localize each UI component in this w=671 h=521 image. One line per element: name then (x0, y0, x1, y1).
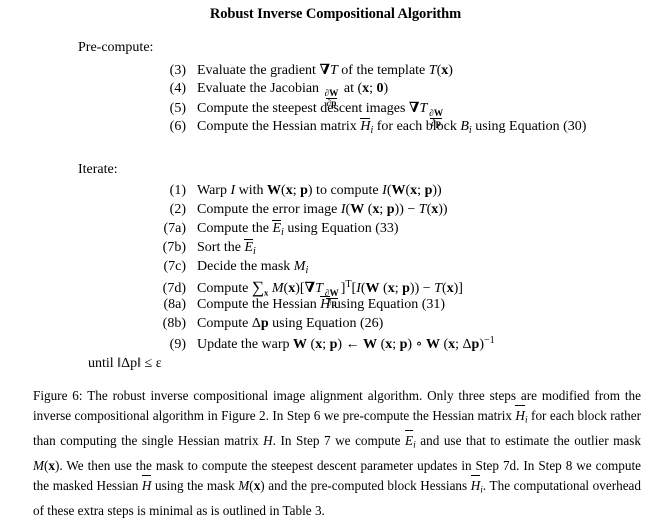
step-row: (9) Update the warp W (x; p) ← W (x; p) … (150, 335, 495, 354)
step-number: (5) (169, 101, 186, 116)
step-number: (7a) (163, 221, 186, 236)
step-number: (1) (169, 183, 186, 198)
step-number: (9) (169, 337, 186, 353)
step-text: Warp I with W(x; p) to compute I(W(x; p)… (197, 183, 442, 198)
figure-page: Robust Inverse Compositional Algorithm P… (0, 0, 671, 518)
step-number: (8b) (162, 316, 186, 331)
step-row: (7b) Sort the Ei (150, 239, 495, 259)
step-row: (4) Evaluate the Jacobian ∂W ∂p at (x; 0) (150, 81, 586, 108)
step-text: Decide the mask Mi (197, 259, 309, 276)
step-text: Compute the Hessian matrix Hi for each b… (197, 118, 587, 136)
iterate-label: Iterate: (78, 162, 118, 177)
step-text: Update the warp W (x; p) ← W (x; p) ∘ W … (197, 335, 495, 353)
step-text: Compute the error image I(W (x; p)) − T(… (197, 202, 448, 217)
step-row: (7d) Compute ∑x M(x)[∇T ∂W ∂p]T[I(W (x; p)… (150, 278, 495, 308)
step-row: (8b) Compute Δp using Equation (26) (150, 316, 495, 335)
until-condition: until ‖Δp‖ ≤ ε (88, 356, 162, 371)
step-number: (7c) (163, 259, 186, 274)
step-row: (2) Compute the error image I(W (x; p)) … (150, 202, 495, 221)
step-row: (7a) Compute the Ei using Equation (33) (150, 220, 495, 240)
step-row: (8a) Compute the Hessian H using Equatio… (150, 296, 495, 316)
step-row: (3) Evaluate the gradient ∇T of the temp… (150, 62, 586, 81)
step-number: (6) (169, 119, 186, 134)
figure-caption-label: Figure 6: (33, 388, 83, 403)
iterate-step-list: (1) Warp I with W(x; p) to compute I(W(x… (150, 183, 495, 354)
step-number: (8a) (163, 297, 186, 312)
step-row: (7c) Decide the mask Mi (150, 259, 495, 278)
step-row: (5) Compute the steepest descent images … (150, 100, 586, 128)
precompute-label: Pre-compute: (78, 40, 154, 55)
step-number: (7b) (162, 240, 186, 255)
step-text: Compute Δp using Equation (26) (197, 316, 384, 331)
step-text: Compute the Hessian H using Equation (31… (197, 296, 446, 312)
step-number: (7d) (162, 280, 186, 296)
step-number: (4) (169, 81, 186, 96)
algorithm-title: Robust Inverse Compositional Algorithm (209, 6, 462, 22)
step-text: Sort the Ei (197, 239, 256, 257)
step-row: (6) Compute the Hessian matrix Hi for ea… (150, 118, 587, 138)
step-text: Compute the Ei using Equation (33) (197, 220, 399, 238)
figure-caption-body: The robust inverse compositional image a… (33, 388, 642, 518)
step-text: Evaluate the gradient ∇T of the template… (197, 63, 453, 78)
step-number: (2) (169, 202, 186, 217)
step-number: (3) (169, 63, 186, 78)
figure-caption: Figure 6: The robust inverse composition… (33, 386, 641, 521)
precompute-step-list: (3) Evaluate the gradient ∇T of the temp… (150, 62, 587, 138)
step-row: (1) Warp I with W(x; p) to compute I(W(x… (150, 183, 495, 202)
